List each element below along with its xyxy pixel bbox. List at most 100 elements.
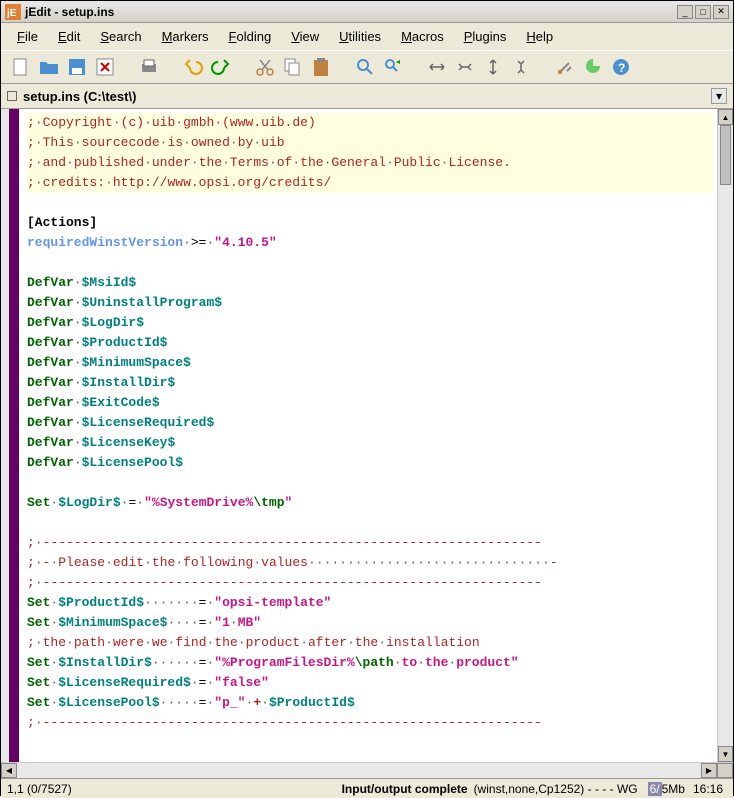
hscroll-track[interactable] (17, 763, 701, 778)
expand-h-button[interactable] (425, 55, 449, 79)
code-line[interactable]: ;·--------------------------------------… (27, 573, 713, 593)
code-line[interactable]: [Actions] (27, 213, 713, 233)
shrink-h-button[interactable] (453, 55, 477, 79)
code-line[interactable]: ;·--------------------------------------… (27, 713, 713, 733)
code-line[interactable]: ;·the·path·were·we·find·the·product·afte… (27, 633, 713, 653)
print-icon (138, 56, 160, 78)
redo-button[interactable] (209, 55, 233, 79)
print-button[interactable] (137, 55, 161, 79)
new-file-icon (10, 56, 32, 78)
expand-h-icon (426, 56, 448, 78)
code-line[interactable]: DefVar·$LicensePool$ (27, 453, 713, 473)
code-line[interactable] (27, 253, 713, 273)
code-line[interactable]: DefVar·$ProductId$ (27, 333, 713, 353)
code-line[interactable]: DefVar·$UninstallProgram$ (27, 293, 713, 313)
expand-v-icon (482, 56, 504, 78)
code-line[interactable]: DefVar·$ExitCode$ (27, 393, 713, 413)
code-line[interactable]: Set·$InstallDir$······=·"%ProgramFilesDi… (27, 653, 713, 673)
gutter (1, 109, 9, 762)
horizontal-scrollbar[interactable]: ◀ ▶ (1, 762, 733, 778)
close-file-icon (94, 56, 116, 78)
clock: 16:16 (689, 782, 727, 796)
open-file-icon (38, 56, 60, 78)
menu-markers[interactable]: Markers (154, 27, 217, 46)
code-line[interactable]: DefVar·$MinimumSpace$ (27, 353, 713, 373)
scroll-down-button[interactable]: ▼ (718, 746, 733, 762)
code-line[interactable]: ;·Copyright·(c)·uib·gmbh·(www.uib.de) (27, 113, 713, 133)
code-line[interactable]: ;·This·sourcecode·is·owned·by·uib (27, 133, 713, 153)
copy-button[interactable] (281, 55, 305, 79)
menu-file[interactable]: File (9, 27, 46, 46)
undo-button[interactable] (181, 55, 205, 79)
code-line[interactable]: ;·and·published·under·the·Terms·of·the·G… (27, 153, 713, 173)
code-line[interactable]: Set·$MinimumSpace$····=·"1·MB" (27, 613, 713, 633)
close-button[interactable]: ✕ (713, 5, 729, 19)
new-file-button[interactable] (9, 55, 33, 79)
menu-folding[interactable]: Folding (221, 27, 280, 46)
text-area[interactable]: ;·Copyright·(c)·uib·gmbh·(www.uib.de);·T… (19, 109, 717, 762)
memory-indicator[interactable]: 6/5Mb (644, 782, 689, 796)
code-line[interactable]: Set·$LicenseRequired$·=·"false" (27, 673, 713, 693)
help-button[interactable]: ? (609, 55, 633, 79)
code-line[interactable]: ;·-·Please·edit·the·following·values····… (27, 553, 713, 573)
code-line[interactable] (27, 513, 713, 533)
window-title: jEdit - setup.ins (25, 5, 677, 19)
scroll-left-button[interactable]: ◀ (1, 763, 17, 778)
expand-v-button[interactable] (481, 55, 505, 79)
scroll-thumb[interactable] (720, 125, 731, 185)
code-line[interactable]: Set·$LicensePool$·····=·"p_"·+·$ProductI… (27, 693, 713, 713)
search-replace-icon (382, 56, 404, 78)
code-line[interactable]: DefVar·$LogDir$ (27, 313, 713, 333)
settings-icon (554, 56, 576, 78)
paste-button[interactable] (309, 55, 333, 79)
menu-edit[interactable]: Edit (50, 27, 88, 46)
help-icon: ? (610, 56, 632, 78)
redo-icon (210, 56, 232, 78)
save-file-button[interactable] (65, 55, 89, 79)
code-line[interactable]: ;·credits:·http://www.opsi.org/credits/ (27, 173, 713, 193)
scroll-up-button[interactable]: ▲ (718, 109, 733, 125)
code-line[interactable]: DefVar·$LicenseKey$ (27, 433, 713, 453)
search-button[interactable] (353, 55, 377, 79)
code-line[interactable]: DefVar·$MsiId$ (27, 273, 713, 293)
menu-utilities[interactable]: Utilities (331, 27, 389, 46)
buffer-dropdown[interactable]: ▾ (711, 88, 727, 104)
buffer-name[interactable]: setup.ins (C:\test\) (23, 89, 711, 104)
vertical-scrollbar[interactable]: ▲ ▼ (717, 109, 733, 762)
search-replace-button[interactable] (381, 55, 405, 79)
code-line[interactable]: DefVar·$InstallDir$ (27, 373, 713, 393)
cursor-position[interactable]: 1,1 (0/7527) (7, 782, 227, 796)
scrollbar-corner (717, 763, 733, 778)
maximize-button[interactable]: □ (695, 5, 711, 19)
buffer-modified-indicator (7, 91, 17, 101)
shrink-h-icon (454, 56, 476, 78)
code-line[interactable] (27, 193, 713, 213)
cut-button[interactable] (253, 55, 277, 79)
open-file-button[interactable] (37, 55, 61, 79)
menu-search[interactable]: Search (92, 27, 149, 46)
code-line[interactable]: requiredWinstVersion·>=·"4.10.5" (27, 233, 713, 253)
settings-button[interactable] (553, 55, 577, 79)
code-line[interactable]: DefVar·$LicenseRequired$ (27, 413, 713, 433)
svg-text:jE: jE (6, 8, 17, 19)
menu-macros[interactable]: Macros (393, 27, 452, 46)
undo-icon (182, 56, 204, 78)
code-line[interactable]: Set·$ProductId$·······=·"opsi-template" (27, 593, 713, 613)
code-line[interactable] (27, 473, 713, 493)
code-line[interactable]: Set·$LogDir$·=·"%SystemDrive%\tmp" (27, 493, 713, 513)
plugin-button[interactable] (581, 55, 605, 79)
fold-column[interactable] (9, 109, 19, 762)
code-line[interactable]: ;·--------------------------------------… (27, 533, 713, 553)
window-controls: _ □ ✕ (677, 5, 729, 19)
menu-help[interactable]: Help (518, 27, 561, 46)
close-file-button[interactable] (93, 55, 117, 79)
statusbar: 1,1 (0/7527) Input/output complete (wins… (1, 778, 733, 798)
shrink-v-button[interactable] (509, 55, 533, 79)
menu-view[interactable]: View (283, 27, 327, 46)
buffer-mode[interactable]: (winst,none,Cp1252) - - - - WG (468, 782, 644, 796)
window-titlebar: jE jEdit - setup.ins _ □ ✕ (1, 1, 733, 23)
menu-plugins[interactable]: Plugins (456, 27, 515, 46)
copy-icon (282, 56, 304, 78)
minimize-button[interactable]: _ (677, 5, 693, 19)
scroll-right-button[interactable]: ▶ (701, 763, 717, 778)
